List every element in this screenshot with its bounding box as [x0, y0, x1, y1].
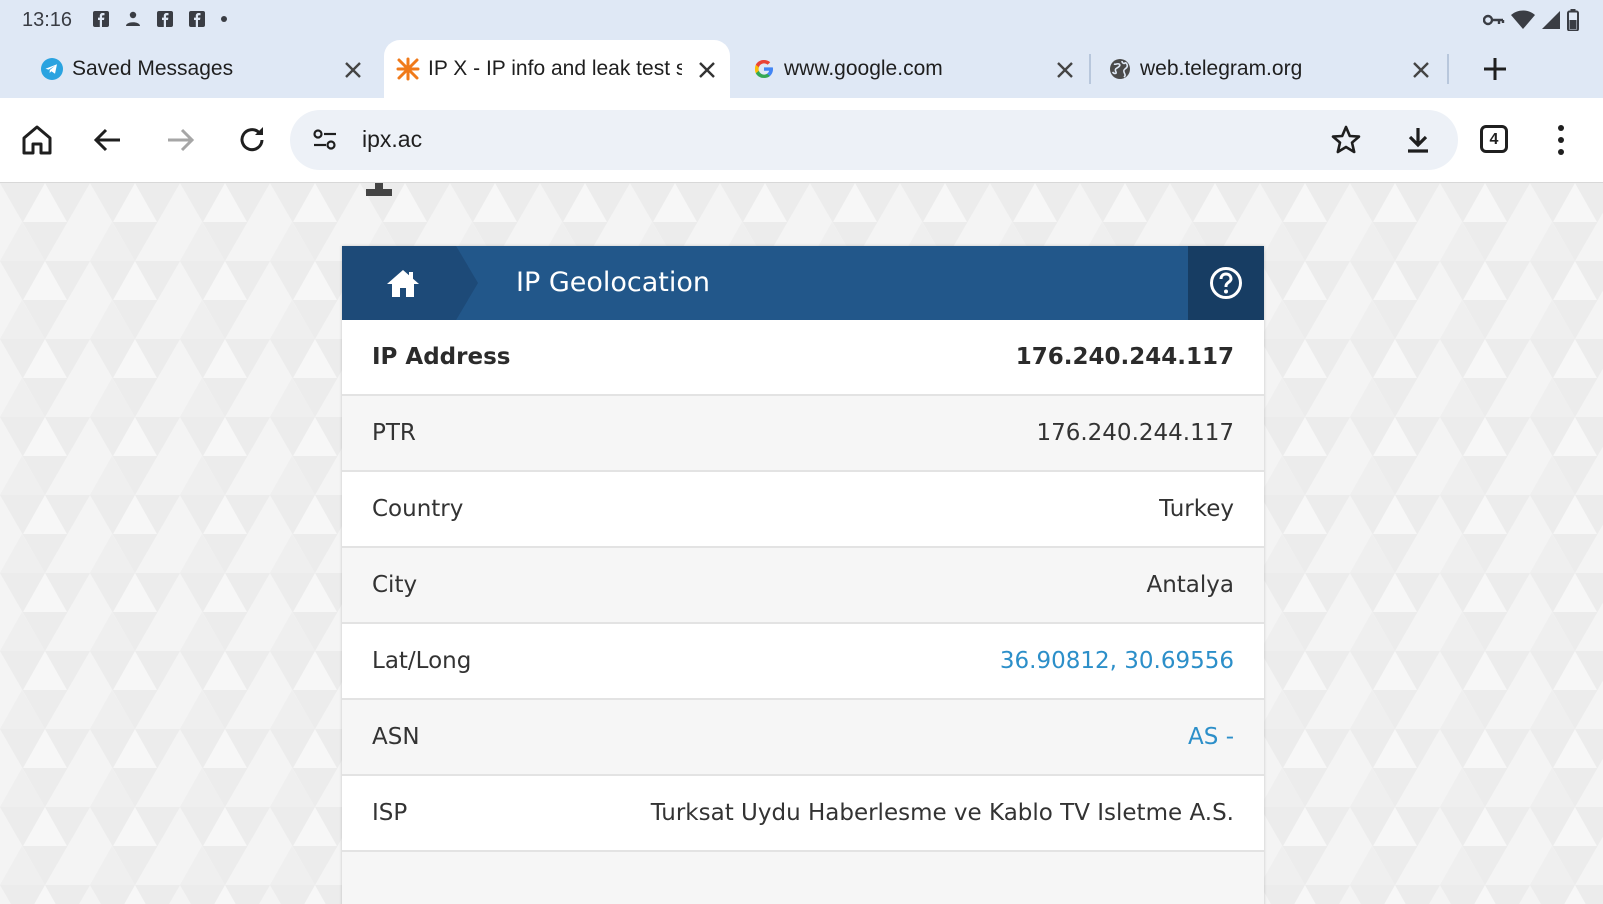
close-tab-icon[interactable]: [1054, 59, 1076, 81]
tab-strip: Saved Messages IP X - IP info and leak t…: [0, 40, 1603, 98]
home-icon[interactable]: [19, 122, 55, 158]
more-menu-icon[interactable]: [1556, 122, 1566, 158]
ip-geolocation-card: IP Geolocation IP Address 176.240.244.11…: [342, 246, 1264, 904]
row-city: City Antalya: [342, 548, 1264, 624]
tab-title: www.google.com: [784, 57, 943, 80]
row-value: Turksat Uydu Haberlesme ve Kablo TV Isle…: [650, 800, 1234, 826]
card-title: IP Geolocation: [516, 267, 711, 298]
partial-page-icon: [366, 183, 392, 196]
close-tab-icon[interactable]: [342, 59, 364, 81]
tab-separator: [1089, 54, 1091, 84]
tab-switcher-button[interactable]: 4: [1480, 125, 1508, 153]
tab-title: Saved Messages: [72, 57, 234, 80]
help-question-icon[interactable]: [1209, 266, 1243, 300]
new-tab-plus-icon[interactable]: [1478, 52, 1512, 86]
globe-icon: [1110, 59, 1130, 79]
tab-web-telegram[interactable]: web.telegram.org: [1100, 40, 1436, 98]
tab-separator: [1447, 54, 1449, 84]
user-notification-icon: [126, 11, 140, 26]
row-label: PTR: [372, 420, 416, 446]
vpn-key-icon: [1483, 14, 1505, 26]
web-page: IP Geolocation IP Address 176.240.244.11…: [0, 183, 1603, 904]
tab-title: web.telegram.org: [1140, 57, 1303, 80]
facebook-notification-icon: [93, 11, 109, 27]
row-value: Antalya: [1146, 572, 1234, 598]
row-lat-long: Lat/Long 36.90812, 30.69556: [342, 624, 1264, 700]
row-value: 176.240.244.117: [1015, 344, 1234, 370]
tab-ipx[interactable]: IP X - IP info and leak test su: [384, 40, 730, 98]
row-isp: ISP Turksat Uydu Haberlesme ve Kablo TV …: [342, 776, 1264, 852]
ipx-icon: [396, 57, 420, 81]
more-notifications-dot-icon: [221, 16, 227, 22]
close-tab-icon[interactable]: [1410, 59, 1432, 81]
tab-title: IP X - IP info and leak test su: [428, 57, 682, 80]
telegram-icon: [41, 58, 63, 80]
breadcrumb-chevron: [456, 246, 486, 320]
bookmark-star-icon[interactable]: [1330, 124, 1362, 156]
row-asn: ASN AS -: [342, 700, 1264, 776]
row-partial: [342, 852, 1264, 904]
asn-link[interactable]: AS -: [1188, 724, 1234, 750]
cellular-signal-icon: [1542, 11, 1560, 29]
row-value: 176.240.244.117: [1036, 420, 1234, 446]
wifi-icon: [1511, 10, 1535, 29]
lat-long-link[interactable]: 36.90812, 30.69556: [1000, 648, 1234, 674]
row-label: IP Address: [372, 344, 511, 370]
facebook-notification-icon-2: [157, 11, 173, 27]
status-bar: 13:16: [0, 0, 1603, 40]
tab-saved-messages[interactable]: Saved Messages: [26, 40, 376, 98]
url-text[interactable]: ipx.ac: [362, 126, 422, 153]
row-value: Turkey: [1159, 496, 1234, 522]
notification-icons: [92, 10, 228, 28]
row-label: ASN: [372, 724, 420, 750]
row-country: Country Turkey: [342, 472, 1264, 548]
home-icon[interactable]: [386, 268, 420, 298]
row-label: Country: [372, 496, 464, 522]
close-tab-icon[interactable]: [696, 59, 718, 81]
address-bar[interactable]: ipx.ac: [290, 110, 1458, 170]
download-icon[interactable]: [1402, 124, 1434, 156]
browser-toolbar: ipx.ac 4: [0, 98, 1603, 183]
row-ptr: PTR 176.240.244.117: [342, 396, 1264, 472]
forward-arrow-icon[interactable]: [162, 122, 198, 158]
facebook-notification-icon-3: [189, 11, 205, 27]
battery-icon: [1567, 9, 1579, 31]
status-time: 13:16: [22, 9, 73, 31]
row-label: Lat/Long: [372, 648, 472, 674]
site-settings-icon[interactable]: [312, 128, 338, 152]
system-icons: [1483, 9, 1579, 31]
card-header: IP Geolocation: [342, 246, 1264, 320]
google-icon: [754, 60, 773, 78]
back-arrow-icon[interactable]: [90, 122, 126, 158]
help-button[interactable]: [1188, 246, 1264, 320]
row-label: City: [372, 572, 418, 598]
reload-icon[interactable]: [234, 122, 270, 158]
row-label: ISP: [372, 800, 408, 826]
row-ip-address: IP Address 176.240.244.117: [342, 320, 1264, 396]
tab-google[interactable]: www.google.com: [738, 40, 1078, 98]
